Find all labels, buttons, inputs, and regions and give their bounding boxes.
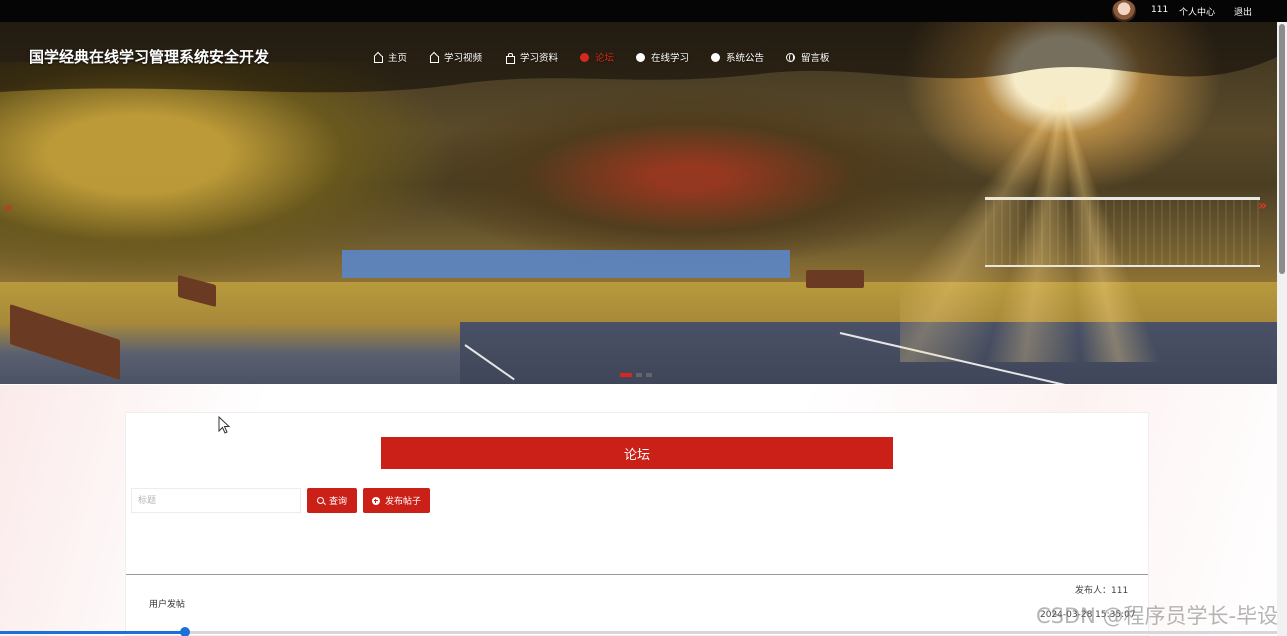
- username: 111: [1151, 5, 1169, 15]
- mouse-cursor-icon: [218, 416, 230, 434]
- carousel-indicators: [620, 373, 652, 377]
- post-author: 发布人：111: [1075, 586, 1129, 596]
- profile-link[interactable]: 个人中心: [1179, 5, 1215, 18]
- nav-label: 学习资料: [520, 53, 559, 64]
- nav-label: 留言板: [801, 53, 830, 64]
- carousel-dot[interactable]: [620, 373, 632, 377]
- header-wave: [0, 22, 1277, 93]
- search-icon: [316, 497, 324, 504]
- info-icon: [580, 52, 589, 62]
- post-title[interactable]: 用户发帖: [149, 597, 185, 610]
- nav-label: 主页: [388, 53, 408, 64]
- page-scrollbar-thumb[interactable]: [1279, 24, 1285, 274]
- nav-item-message-board[interactable]: 留言板: [786, 50, 830, 64]
- search-button[interactable]: 查询: [307, 488, 357, 513]
- nav-label: 学习视频: [444, 53, 483, 64]
- info-icon: [636, 52, 645, 62]
- avatar[interactable]: [1112, 0, 1136, 22]
- video-progress-handle[interactable]: [180, 627, 190, 636]
- video-progress-track[interactable]: [0, 631, 1277, 634]
- nav-item-forum[interactable]: 论坛: [580, 50, 614, 64]
- home-icon: [373, 53, 383, 63]
- carousel-dot[interactable]: [646, 373, 652, 377]
- post-button-label: 发布帖子: [384, 497, 421, 507]
- plus-circle-icon: [371, 496, 380, 505]
- top-bar: 111 个人中心 退出: [0, 0, 1287, 22]
- carousel-dot[interactable]: [636, 373, 642, 377]
- nav-item-materials[interactable]: 学习资料: [505, 50, 558, 64]
- nav-item-videos[interactable]: 学习视频: [429, 50, 482, 64]
- page-title: 论坛: [381, 437, 893, 469]
- nav-label: 系统公告: [726, 53, 765, 64]
- video-progress-fill: [0, 631, 185, 634]
- nav-label: 在线学习: [651, 53, 690, 64]
- nav-item-home[interactable]: 主页: [373, 50, 407, 64]
- nav-label: 论坛: [595, 53, 615, 64]
- hero-carousel: [0, 22, 1277, 384]
- nav-item-announcements[interactable]: 系统公告: [711, 50, 764, 64]
- logout-link[interactable]: 退出: [1234, 5, 1252, 18]
- search-input[interactable]: [131, 488, 301, 513]
- post-button[interactable]: 发布帖子: [363, 488, 430, 513]
- carousel-prev-arrow[interactable]: «: [4, 200, 13, 216]
- search-button-label: 查询: [328, 497, 347, 507]
- watermark: CSDN @程序员学长-毕设: [1036, 604, 1279, 628]
- globe-icon: [786, 52, 795, 62]
- home-icon: [429, 53, 439, 63]
- bag-icon: [505, 52, 515, 64]
- carousel-next-arrow[interactable]: »: [1258, 198, 1267, 214]
- list-divider: [126, 574, 1148, 575]
- info-icon: [711, 52, 720, 62]
- site-title[interactable]: 国学经典在线学习管理系统安全开发: [29, 46, 269, 67]
- nav-item-online-learning[interactable]: 在线学习: [636, 50, 689, 64]
